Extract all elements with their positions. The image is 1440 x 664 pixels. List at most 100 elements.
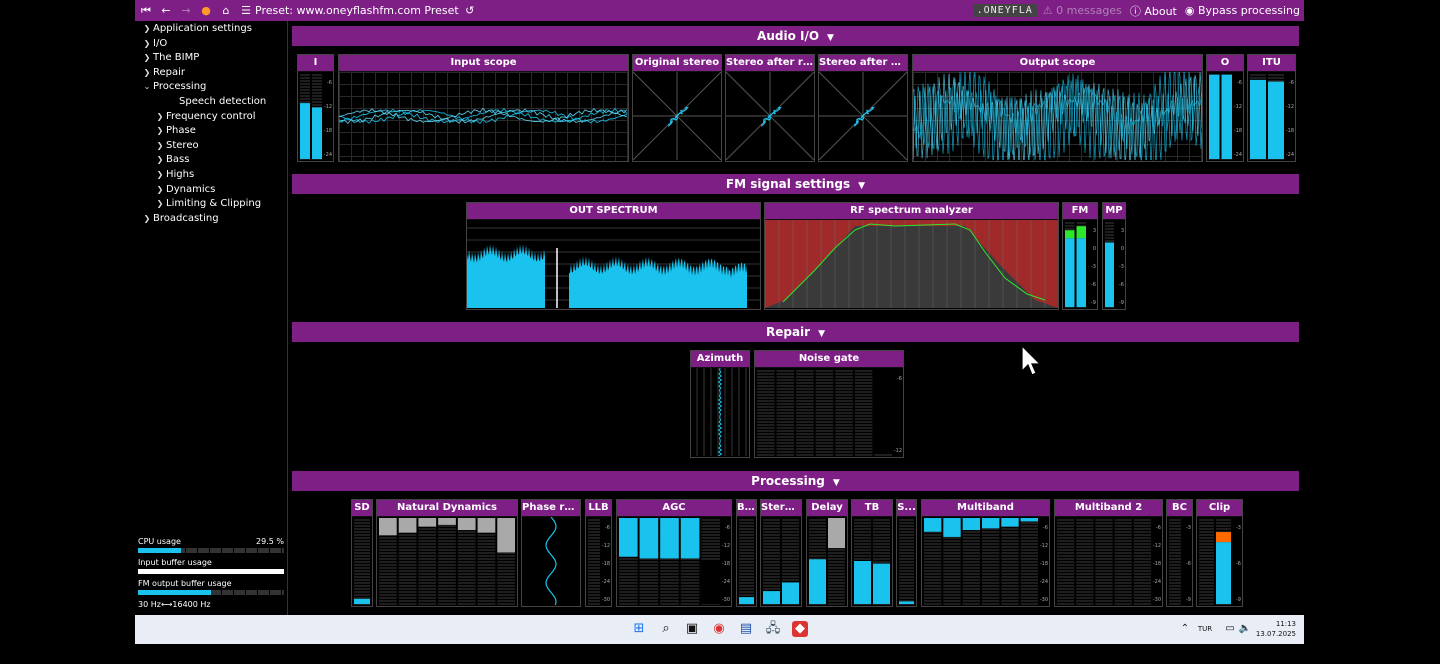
sidebar-item[interactable]: ❯ Highs: [135, 168, 287, 183]
meter-segment: [854, 537, 871, 539]
meter-segment: [739, 591, 754, 593]
sidebar-item[interactable]: ❯ Application settings: [135, 22, 287, 37]
search-icon[interactable]: ⌕: [658, 621, 674, 637]
meter-segment: [1199, 525, 1214, 527]
meter-segment: [1001, 558, 1019, 560]
meter-segment: [354, 576, 370, 578]
meter-segment: [815, 382, 834, 384]
clock[interactable]: 11:13 13.07.2025: [1256, 619, 1296, 639]
meter-segment: [776, 370, 795, 372]
meter-segment: [1199, 543, 1214, 545]
meter-segment: [477, 540, 496, 542]
meter-tick-label: -12: [1153, 543, 1161, 549]
language-indicator[interactable]: TUR: [1197, 621, 1213, 637]
meter-segment: [438, 588, 456, 590]
forward-arrow-icon[interactable]: →: [177, 4, 195, 17]
meter-segment: [1076, 558, 1094, 560]
meter-segment: [1133, 567, 1151, 569]
stereo-goniometer: [819, 72, 907, 161]
about-button[interactable]: ⓘ About: [1130, 3, 1177, 19]
meter-bar: [418, 518, 437, 527]
sidebar-item[interactable]: ❯ Repair: [135, 66, 287, 81]
meter-segment: [943, 594, 961, 596]
meter-segment: [398, 594, 417, 596]
sidebar-item[interactable]: ❯ The BIMP: [135, 51, 287, 66]
section-audio-io-label: Audio I/O: [757, 29, 820, 43]
section-fm-signal[interactable]: FM signal settings ▼: [292, 174, 1299, 194]
sidebar-item[interactable]: ❯ Frequency control: [135, 110, 287, 125]
meter-segment: [828, 600, 845, 602]
sidebar-item[interactable]: ❯ Limiting & Clipping: [135, 197, 287, 212]
chevron-up-icon[interactable]: ⌃: [1177, 621, 1193, 637]
meter-segment: [982, 540, 1000, 542]
sidebar-item[interactable]: Speech detection: [135, 95, 287, 110]
meter-segment: [497, 603, 515, 605]
home-icon[interactable]: ⌂: [217, 4, 235, 17]
stereo-goniometer: [633, 72, 721, 161]
meter-segment: [763, 549, 780, 551]
sidebar-item[interactable]: ❯ Broadcasting: [135, 212, 287, 227]
meter-segment: [1057, 525, 1075, 527]
meter-segment: [379, 567, 397, 569]
sidebar-item[interactable]: ❯ Dynamics: [135, 183, 287, 198]
chrome-icon[interactable]: ◉: [711, 621, 727, 637]
meter-segment: [1095, 570, 1113, 572]
bypass-button[interactable]: ◉ Bypass processing: [1185, 4, 1300, 17]
volume-icon[interactable]: 🔈: [1237, 621, 1253, 637]
sidebar-item[interactable]: ❯ Phase: [135, 124, 287, 139]
network-icon[interactable]: ▭: [1222, 621, 1238, 637]
preset-list-icon[interactable]: ☰: [237, 4, 255, 17]
meter-segment: [438, 576, 456, 578]
stop-icon[interactable]: ●: [197, 4, 215, 17]
phase-rotator-display: [522, 517, 580, 606]
meter-segment: [1057, 561, 1075, 563]
meter-segment: [776, 442, 795, 444]
meter-segment: [588, 555, 600, 557]
meter-segment: [1095, 582, 1113, 584]
meter-segment: [899, 573, 914, 575]
preset-label[interactable]: Preset: www.oneyflashfm.com Preset: [255, 4, 459, 17]
back-arrow-icon[interactable]: ←: [157, 4, 175, 17]
meter-segment: [757, 430, 775, 432]
skip-back-icon[interactable]: ⏮: [137, 4, 155, 18]
sidebar-item[interactable]: ❯ I/O: [135, 37, 287, 52]
meter-segment: [854, 424, 873, 426]
meter-bar: [457, 518, 476, 531]
undo-icon[interactable]: ↺: [461, 4, 479, 17]
section-repair[interactable]: Repair ▼: [292, 322, 1299, 342]
llb-panel: LLB -6 -12 -18 -24 -30: [585, 499, 612, 607]
meter-tick-label: 3: [1121, 228, 1124, 234]
meter-segment: [300, 80, 310, 82]
network-app-icon[interactable]: 🖧: [765, 621, 781, 637]
meter-segment: [796, 379, 814, 381]
meter-segment: [398, 543, 417, 545]
sidebar-item[interactable]: ❯ Stereo: [135, 139, 287, 154]
app-window-icon[interactable]: ▤: [738, 621, 754, 637]
windows-start-icon[interactable]: ⊞: [631, 621, 647, 637]
sidebar-item[interactable]: ⌄ Processing: [135, 80, 287, 95]
meter-segment: [619, 588, 638, 590]
meter-segment: [379, 573, 397, 575]
input-buffer-label: Input buffer usage: [138, 558, 212, 567]
meter-segment: [588, 528, 600, 530]
meter-segment: [1133, 579, 1151, 581]
meter-segment: [1133, 594, 1151, 596]
meter-segment: [1169, 543, 1181, 545]
sidebar-item[interactable]: ❯ Bass: [135, 153, 287, 168]
meter-segment: [796, 385, 814, 387]
meter-segment: [1114, 549, 1132, 551]
audio-processor-app-icon[interactable]: ◆: [792, 621, 808, 637]
section-audio-io[interactable]: Audio I/O ▼: [292, 26, 1299, 46]
section-fm-signal-label: FM signal settings: [725, 177, 851, 191]
meter-segment: [438, 555, 456, 557]
meter-segment: [1020, 576, 1038, 578]
meter-segment: [588, 591, 600, 593]
meter-segment: [1076, 543, 1094, 545]
meter-segment: [619, 561, 638, 563]
messages-indicator[interactable]: ⚠ 0 messages: [1043, 4, 1122, 17]
task-view-icon[interactable]: ▣: [684, 621, 700, 637]
meter-segment: [1001, 540, 1019, 542]
stereo-after-processing-display: [819, 72, 907, 161]
meter-segment: [796, 439, 814, 441]
section-processing[interactable]: Processing ▼: [292, 471, 1299, 491]
